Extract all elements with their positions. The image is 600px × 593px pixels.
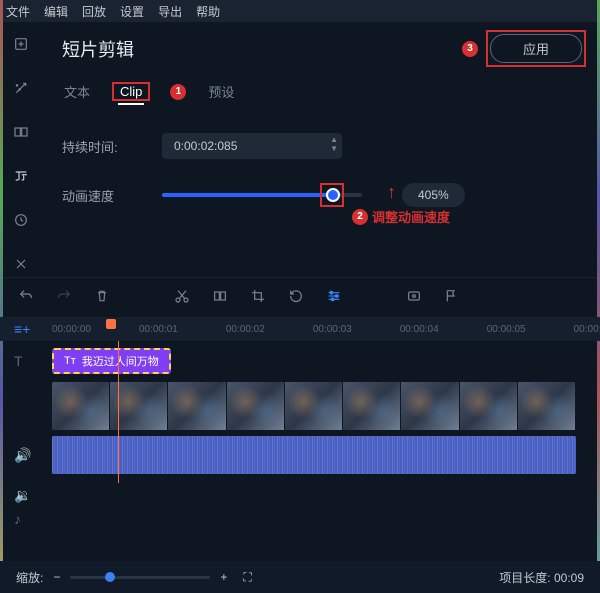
apply-button[interactable]: 应用	[490, 34, 582, 63]
duration-input[interactable]	[162, 133, 342, 159]
delete-icon[interactable]	[94, 288, 110, 308]
video-clip[interactable]	[52, 382, 576, 430]
speed-annotation-text: 调整动画速度	[372, 207, 450, 226]
speed-slider-thumb[interactable]	[326, 188, 340, 202]
zoom-fit-icon[interactable]: ⛶	[243, 570, 251, 585]
apply-highlight: 应用	[486, 30, 586, 67]
menu-help[interactable]: 帮助	[196, 3, 220, 20]
music-track-icon[interactable]: ♪	[14, 511, 42, 527]
clip-edit-panel: 短片剪辑 3 应用 文本 Clip 1 预设 持续时间: ▲ ▼	[42, 22, 600, 277]
menu-settings[interactable]: 设置	[120, 3, 144, 20]
undo-icon[interactable]	[18, 288, 34, 308]
marker-icon[interactable]	[444, 288, 460, 308]
timeline: ≡+ 00:00:00 00:00:01 00:00:02 00:00:03 0…	[0, 317, 600, 531]
rotate-icon[interactable]	[288, 288, 304, 308]
titles-icon[interactable]	[11, 166, 31, 186]
adjust-icon[interactable]	[326, 288, 342, 308]
crop-icon[interactable]	[250, 288, 266, 308]
add-media-icon[interactable]	[11, 34, 31, 54]
step2-badge: 2	[352, 209, 368, 225]
tracks-container: T Tᴛ 我迈过人间万物 🔊	[0, 341, 600, 483]
audio-track-icon[interactable]: 🔊	[14, 447, 42, 464]
ruler-tick: 00:00:05	[487, 324, 526, 335]
title-clip-type-icon: Tᴛ	[64, 355, 76, 367]
stickers-icon[interactable]	[11, 210, 31, 230]
zoom-slider-thumb[interactable]	[105, 572, 115, 582]
ruler-tick: 00:00:01	[139, 324, 178, 335]
ruler-tick: 00:00:06	[574, 324, 600, 335]
add-track-icon[interactable]: ≡+	[14, 321, 30, 337]
menu-file[interactable]: 文件	[6, 3, 30, 20]
playhead-marker[interactable]	[106, 319, 116, 329]
speed-slider[interactable]	[162, 193, 362, 197]
ruler-tick: 00:00:03	[313, 324, 352, 335]
speed-annotation: 2 调整动画速度	[352, 207, 450, 226]
tabs: 文本 Clip 1 预设	[62, 78, 580, 105]
title-track-icon[interactable]: T	[14, 353, 42, 369]
speed-value: 405%	[402, 183, 465, 207]
cut-icon[interactable]	[174, 288, 190, 308]
title-clip[interactable]: Tᴛ 我迈过人间万物	[52, 348, 171, 374]
menu-edit[interactable]: 编辑	[44, 3, 68, 20]
tab-clip[interactable]: Clip	[118, 80, 144, 105]
redo-icon[interactable]	[56, 288, 72, 308]
tab-preset[interactable]: 预设	[206, 78, 236, 105]
time-ruler[interactable]: ≡+ 00:00:00 00:00:01 00:00:02 00:00:03 0…	[0, 317, 600, 341]
audio-clip[interactable]	[52, 436, 576, 474]
project-length: 项目长度: 00:09	[499, 569, 584, 586]
title-clip-text: 我迈过人间万物	[82, 353, 159, 369]
tab-text[interactable]: 文本	[62, 78, 92, 105]
menubar: 文件 编辑 回放 设置 导出 帮助	[0, 0, 600, 22]
step3-badge: 3	[462, 41, 478, 57]
playhead-line[interactable]	[118, 341, 119, 483]
wand-icon[interactable]	[11, 78, 31, 98]
extra-audio-track-icon[interactable]: 🔉	[14, 487, 42, 504]
detach-icon[interactable]	[212, 288, 228, 308]
ruler-tick: 00:00:04	[400, 324, 439, 335]
zoom-in-icon[interactable]: +	[220, 570, 227, 584]
arrow-annotation: ↑	[387, 182, 396, 203]
zoom-slider[interactable]	[70, 576, 210, 579]
ruler-tick: 00:00:02	[226, 324, 265, 335]
menu-export[interactable]: 导出	[158, 3, 182, 20]
duration-up-icon[interactable]: ▲	[330, 135, 338, 144]
record-icon[interactable]	[406, 288, 422, 308]
zoom-out-icon[interactable]: −	[53, 570, 60, 584]
tools-icon[interactable]	[11, 254, 31, 274]
sidebar	[0, 22, 42, 277]
footer: 缩放: − + ⛶ 项目长度: 00:09	[0, 561, 600, 593]
duration-label: 持续时间:	[62, 137, 142, 156]
zoom-label: 缩放:	[16, 569, 43, 586]
timeline-toolbar	[0, 277, 600, 317]
duration-down-icon[interactable]: ▼	[330, 144, 338, 153]
speed-label: 动画速度	[62, 186, 142, 205]
ruler-tick: 00:00:00	[52, 324, 91, 335]
clip-tab-highlight: Clip	[112, 82, 150, 101]
transition-icon[interactable]	[11, 122, 31, 142]
menu-playback[interactable]: 回放	[82, 3, 106, 20]
step1-badge: 1	[170, 84, 186, 100]
